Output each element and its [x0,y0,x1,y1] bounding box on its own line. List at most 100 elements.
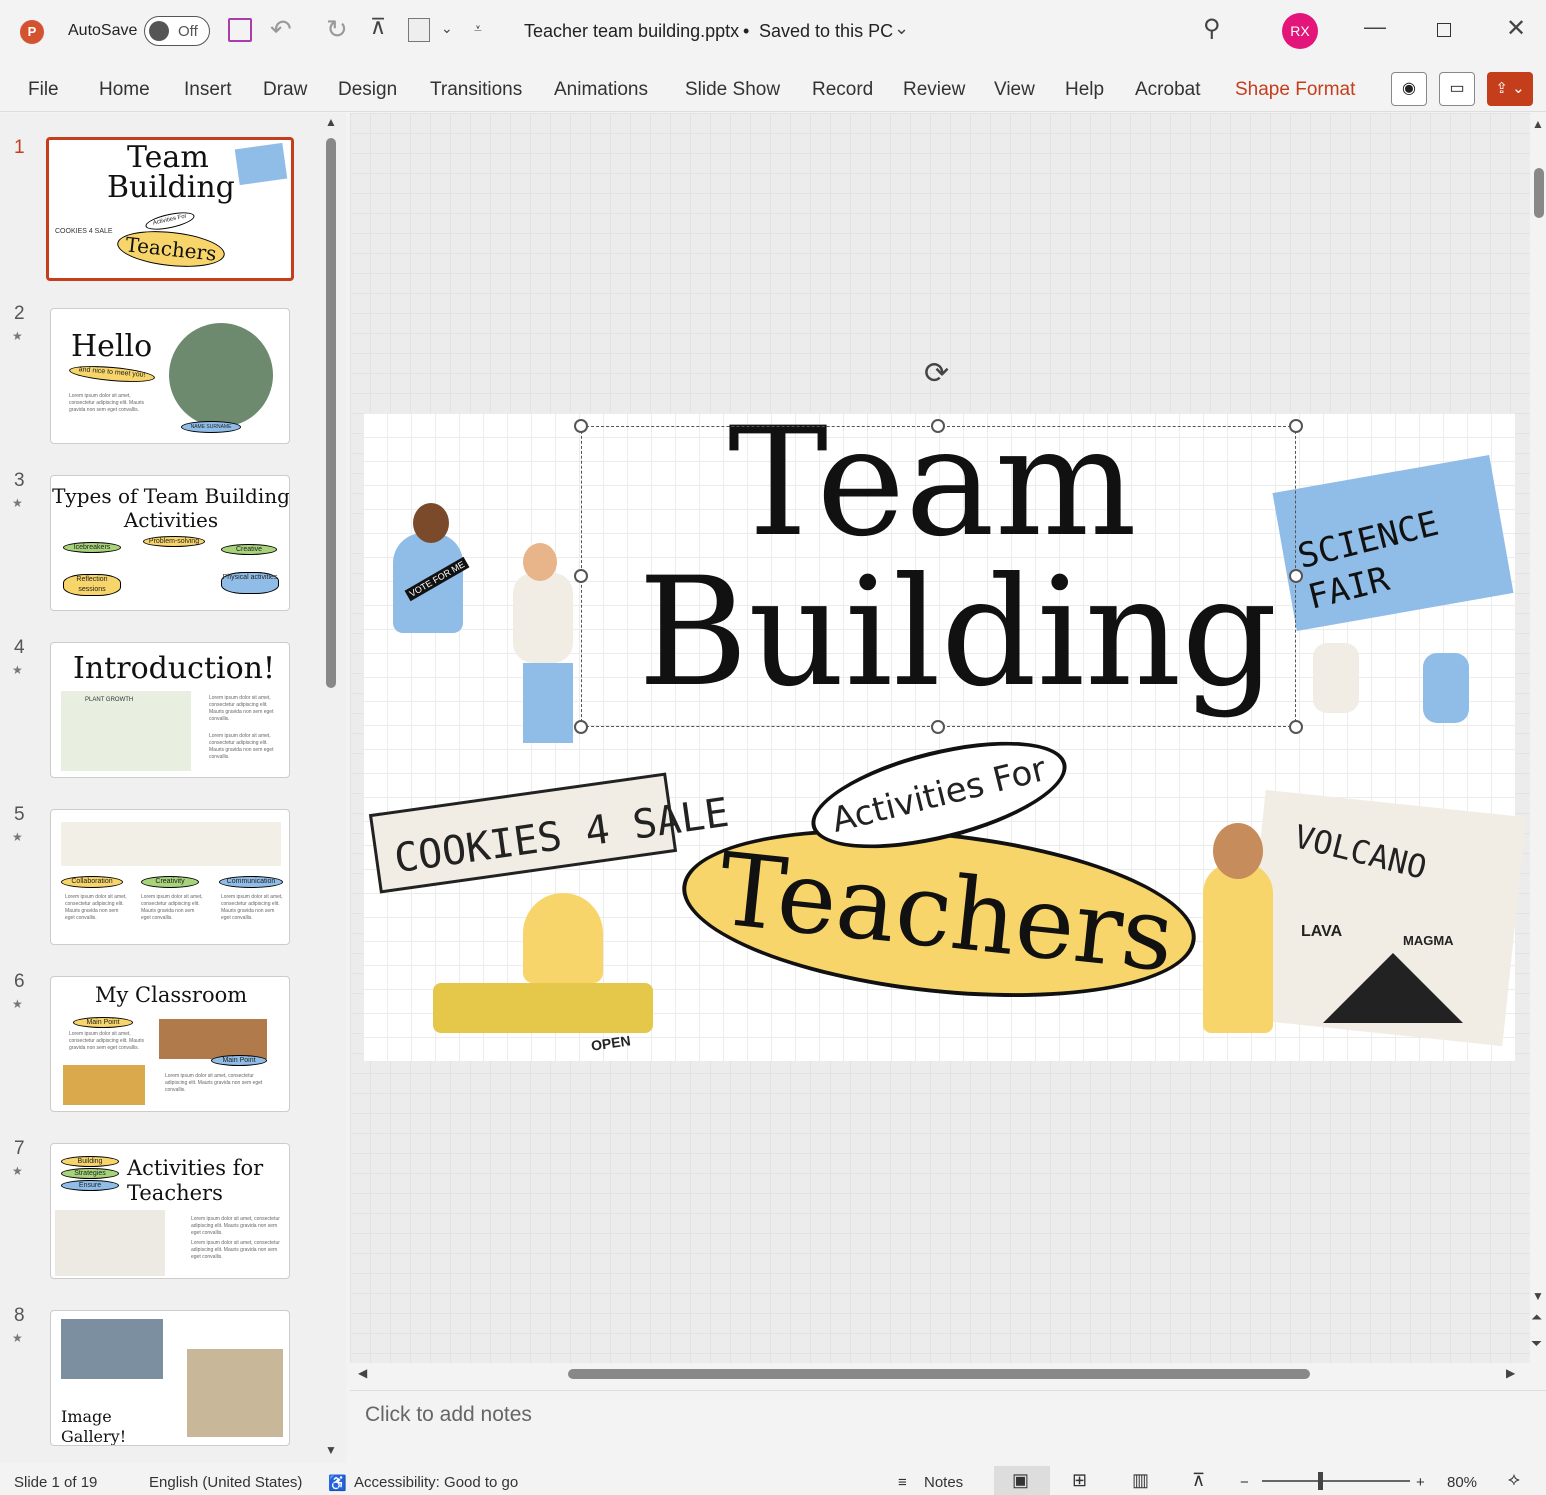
tab-record[interactable]: Record [812,79,873,101]
tab-transitions[interactable]: Transitions [430,79,522,101]
resize-handle[interactable] [931,720,945,734]
thumb-pill: Main Point [211,1055,267,1066]
thumb-text: Lorem ipsum dolor sit amet, consectetur … [69,1031,145,1051]
tab-home[interactable]: Home [99,79,150,101]
poster-text: LAVA [1301,923,1343,940]
zoom-level[interactable]: 80% [1447,1474,1477,1491]
scroll-up-icon[interactable]: ▲ [1532,117,1544,131]
autosave-label: AutoSave [68,22,138,39]
undo-icon[interactable]: ↶ [270,14,292,45]
tab-help[interactable]: Help [1065,79,1104,101]
maximize-icon[interactable] [1437,23,1451,37]
scroll-down-icon[interactable]: ▼ [1532,1289,1544,1303]
slide-counter: Slide 1 of 19 [14,1474,98,1491]
slide-number: 5 [14,804,25,825]
horizontal-scrollbar[interactable] [568,1369,1310,1379]
thumb-text: Lorem ipsum dolor sit amet, consectetur … [209,733,274,760]
chevron-down-icon[interactable]: ⌄ [894,18,909,39]
chevron-down-icon[interactable]: ⌄ [441,20,453,37]
language-status[interactable]: English (United States) [149,1474,302,1491]
save-icon[interactable] [228,18,252,42]
tab-draw[interactable]: Draw [263,79,307,101]
customize-toolbar-icon[interactable]: ⩡ [474,20,482,37]
slide-thumbnail-4[interactable]: Introduction! PLANT GROWTH Lorem ipsum d… [50,642,290,778]
avatar[interactable]: RX [1282,13,1318,49]
tab-review[interactable]: Review [903,79,965,101]
tab-design[interactable]: Design [338,79,397,101]
share-button[interactable]: ⇪ ⌄ [1487,72,1533,106]
tab-animations[interactable]: Animations [554,79,648,101]
previous-slide-icon[interactable]: ⏶ [1531,1309,1542,1326]
notes-pane[interactable]: Click to add notes [350,1390,1546,1460]
tab-file[interactable]: File [28,79,59,101]
next-slide-icon[interactable]: ⏷ [1531,1335,1542,1352]
thumb-title: Types of Team Building Activities [52,484,290,532]
tab-slide-show[interactable]: Slide Show [685,79,780,101]
resize-handle[interactable] [1289,419,1303,433]
comments-button[interactable]: ▭ [1439,72,1475,106]
slide-thumbnail-3[interactable]: Types of Team Building Activities Icebre… [50,475,290,611]
slide-thumbnail-1[interactable]: Team Building Activities For Teachers CO… [46,137,294,281]
slide-thumbnail-2[interactable]: Hello and nice to meet you! Lorem ipsum … [50,308,290,444]
slide-thumbnail-7[interactable]: Building Strategies Ensure Activities fo… [50,1143,290,1279]
slide-thumbnail-6[interactable]: My Classroom Main Point Lorem ipsum dolo… [50,976,290,1112]
autosave-state: Off [178,23,198,40]
zoom-out-icon[interactable]: − [1240,1474,1249,1491]
zoom-slider[interactable] [1262,1480,1410,1482]
slide-thumbnail-8[interactable]: Image Gallery! [50,1310,290,1446]
slide-thumbnail-5[interactable]: Collaboration Creativity Communication L… [50,809,290,945]
ribbon-tabs: File Home Insert Draw Design Transitions… [0,62,1546,112]
accessibility-status[interactable]: Accessibility: Good to go [354,1474,518,1491]
minimize-icon[interactable]: — [1364,14,1386,40]
accessibility-icon[interactable]: ♿ [328,1474,347,1492]
normal-view-button[interactable]: ▣ [994,1466,1050,1495]
rotate-handle-icon[interactable]: ⟳ [924,356,949,391]
save-status[interactable]: Saved to this PC [759,21,893,42]
close-icon[interactable]: ✕ [1506,14,1526,43]
selection-box[interactable] [581,426,1296,727]
resize-handle[interactable] [574,720,588,734]
notes-placeholder[interactable]: Click to add notes [365,1403,532,1427]
slide-thumbnail-icon[interactable] [408,18,430,42]
slide-sorter-icon[interactable]: ⊞ [1072,1470,1087,1491]
thumb-title: Building [107,170,235,205]
notes-icon[interactable]: ≡ [898,1474,907,1491]
scroll-down-icon[interactable]: ▼ [325,1443,337,1457]
zoom-slider-thumb[interactable] [1318,1472,1323,1490]
thumb-sign: COOKIES 4 SALE [55,228,113,235]
tab-insert[interactable]: Insert [184,79,232,101]
zoom-in-icon[interactable]: + [1416,1474,1425,1491]
resize-handle[interactable] [1289,569,1303,583]
title-separator: • [743,21,750,41]
document-title[interactable]: Teacher team building.pptx [524,21,739,42]
thumb-illustration [61,822,281,866]
redo-icon[interactable]: ↻ [326,14,348,45]
fit-to-window-icon[interactable]: ⟡ [1508,1469,1520,1490]
tab-shape-format[interactable]: Shape Format [1235,79,1355,101]
slide-show-icon[interactable]: ⊼ [1192,1470,1205,1491]
record-button[interactable]: ◉ [1391,72,1427,106]
vertical-scrollbar[interactable] [1534,168,1544,218]
autosave-toggle[interactable]: Off [144,16,210,46]
tab-acrobat[interactable]: Acrobat [1135,79,1200,101]
resize-handle[interactable] [931,419,945,433]
teachers-label[interactable]: Teachers [713,829,1179,996]
scroll-left-icon[interactable]: ◀ [358,1366,367,1380]
thumb-text: Lorem ipsum dolor sit amet, consectetur … [209,695,274,722]
scroll-right-icon[interactable]: ▶ [1506,1366,1515,1380]
scroll-up-icon[interactable]: ▲ [325,115,337,129]
pane-scrollbar[interactable] [326,138,336,688]
animation-star-icon: ★ [12,997,23,1011]
present-icon[interactable]: ⊼ [370,14,386,40]
tab-view[interactable]: View [994,79,1035,101]
thumb-text: Lorem ipsum dolor sit amet, consectetur … [191,1240,280,1260]
resize-handle[interactable] [574,569,588,583]
search-icon[interactable]: ⚲ [1203,14,1221,43]
thumb-pill: Icebreakers [63,542,121,553]
thumb-text: Lorem ipsum dolor sit amet, consectetur … [191,1216,280,1236]
notes-button[interactable]: Notes [924,1474,963,1491]
reading-view-icon[interactable]: ▥ [1132,1470,1149,1491]
thumb-pill: and nice to meet you! [68,363,156,385]
resize-handle[interactable] [1289,720,1303,734]
resize-handle[interactable] [574,419,588,433]
